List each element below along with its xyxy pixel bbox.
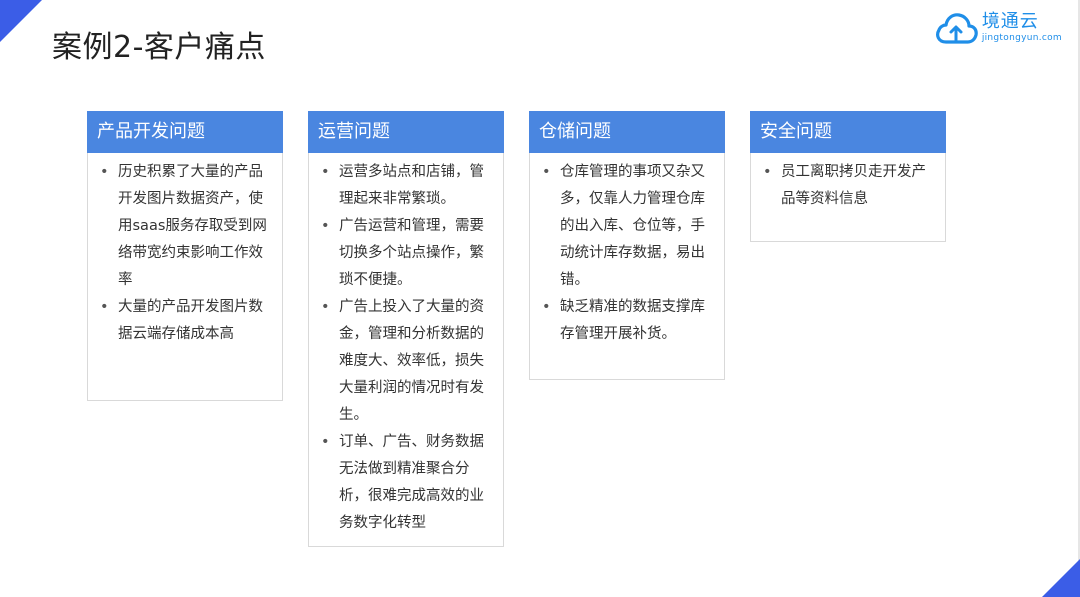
list-item: 缺乏精准的数据支撑库存管理开展补货。 bbox=[536, 294, 716, 348]
issue-list: 历史积累了大量的产品开发图片数据资产，使用saas服务存取受到网络带宽约束影响工… bbox=[94, 159, 274, 348]
list-item: 广告运营和管理，需要切换多个站点操作，繁琐不便捷。 bbox=[315, 213, 495, 294]
list-item: 员工离职拷贝走开发产品等资料信息 bbox=[757, 159, 937, 213]
card-title: 产品开发问题 bbox=[87, 111, 283, 153]
issue-list: 运营多站点和店铺，管理起来非常繁琐。 广告运营和管理，需要切换多个站点操作，繁琐… bbox=[315, 159, 495, 537]
card-product-development: 产品开发问题 历史积累了大量的产品开发图片数据资产，使用saas服务存取受到网络… bbox=[87, 111, 283, 401]
list-item: 大量的产品开发图片数据云端存储成本高 bbox=[94, 294, 274, 348]
list-item: 仓库管理的事项又杂又多，仅靠人力管理仓库的出入库、仓位等，手动统计库存数据，易出… bbox=[536, 159, 716, 294]
issue-list: 仓库管理的事项又杂又多，仅靠人力管理仓库的出入库、仓位等，手动统计库存数据，易出… bbox=[536, 159, 716, 348]
card-security: 安全问题 员工离职拷贝走开发产品等资料信息 bbox=[750, 111, 946, 242]
list-item: 订单、广告、财务数据无法做到精准聚合分析，很难完成高效的业务数字化转型 bbox=[315, 429, 495, 537]
brand-name: 境通云 bbox=[981, 11, 1039, 32]
issue-list: 员工离职拷贝走开发产品等资料信息 bbox=[757, 159, 937, 213]
corner-decoration-top-left bbox=[0, 0, 42, 42]
page-title: 案例2-客户痛点 bbox=[52, 30, 266, 65]
list-item: 历史积累了大量的产品开发图片数据资产，使用saas服务存取受到网络带宽约束影响工… bbox=[94, 159, 274, 294]
cloud-upload-icon bbox=[935, 13, 978, 44]
corner-decoration-bottom-right bbox=[1042, 559, 1080, 597]
list-item: 广告上投入了大量的资金，管理和分析数据的难度大、效率低，损失大量利润的情况时有发… bbox=[315, 294, 495, 429]
card-title: 运营问题 bbox=[308, 111, 504, 153]
list-item: 运营多站点和店铺，管理起来非常繁琐。 bbox=[315, 159, 495, 213]
brand-logo: 境通云 jingtongyun.com bbox=[934, 8, 1062, 48]
brand-url: jingtongyun.com bbox=[981, 33, 1062, 43]
card-operations: 运营问题 运营多站点和店铺，管理起来非常繁琐。 广告运营和管理，需要切换多个站点… bbox=[308, 111, 504, 547]
card-warehousing: 仓储问题 仓库管理的事项又杂又多，仅靠人力管理仓库的出入库、仓位等，手动统计库存… bbox=[529, 111, 725, 380]
card-title: 安全问题 bbox=[750, 111, 946, 153]
card-title: 仓储问题 bbox=[529, 111, 725, 153]
